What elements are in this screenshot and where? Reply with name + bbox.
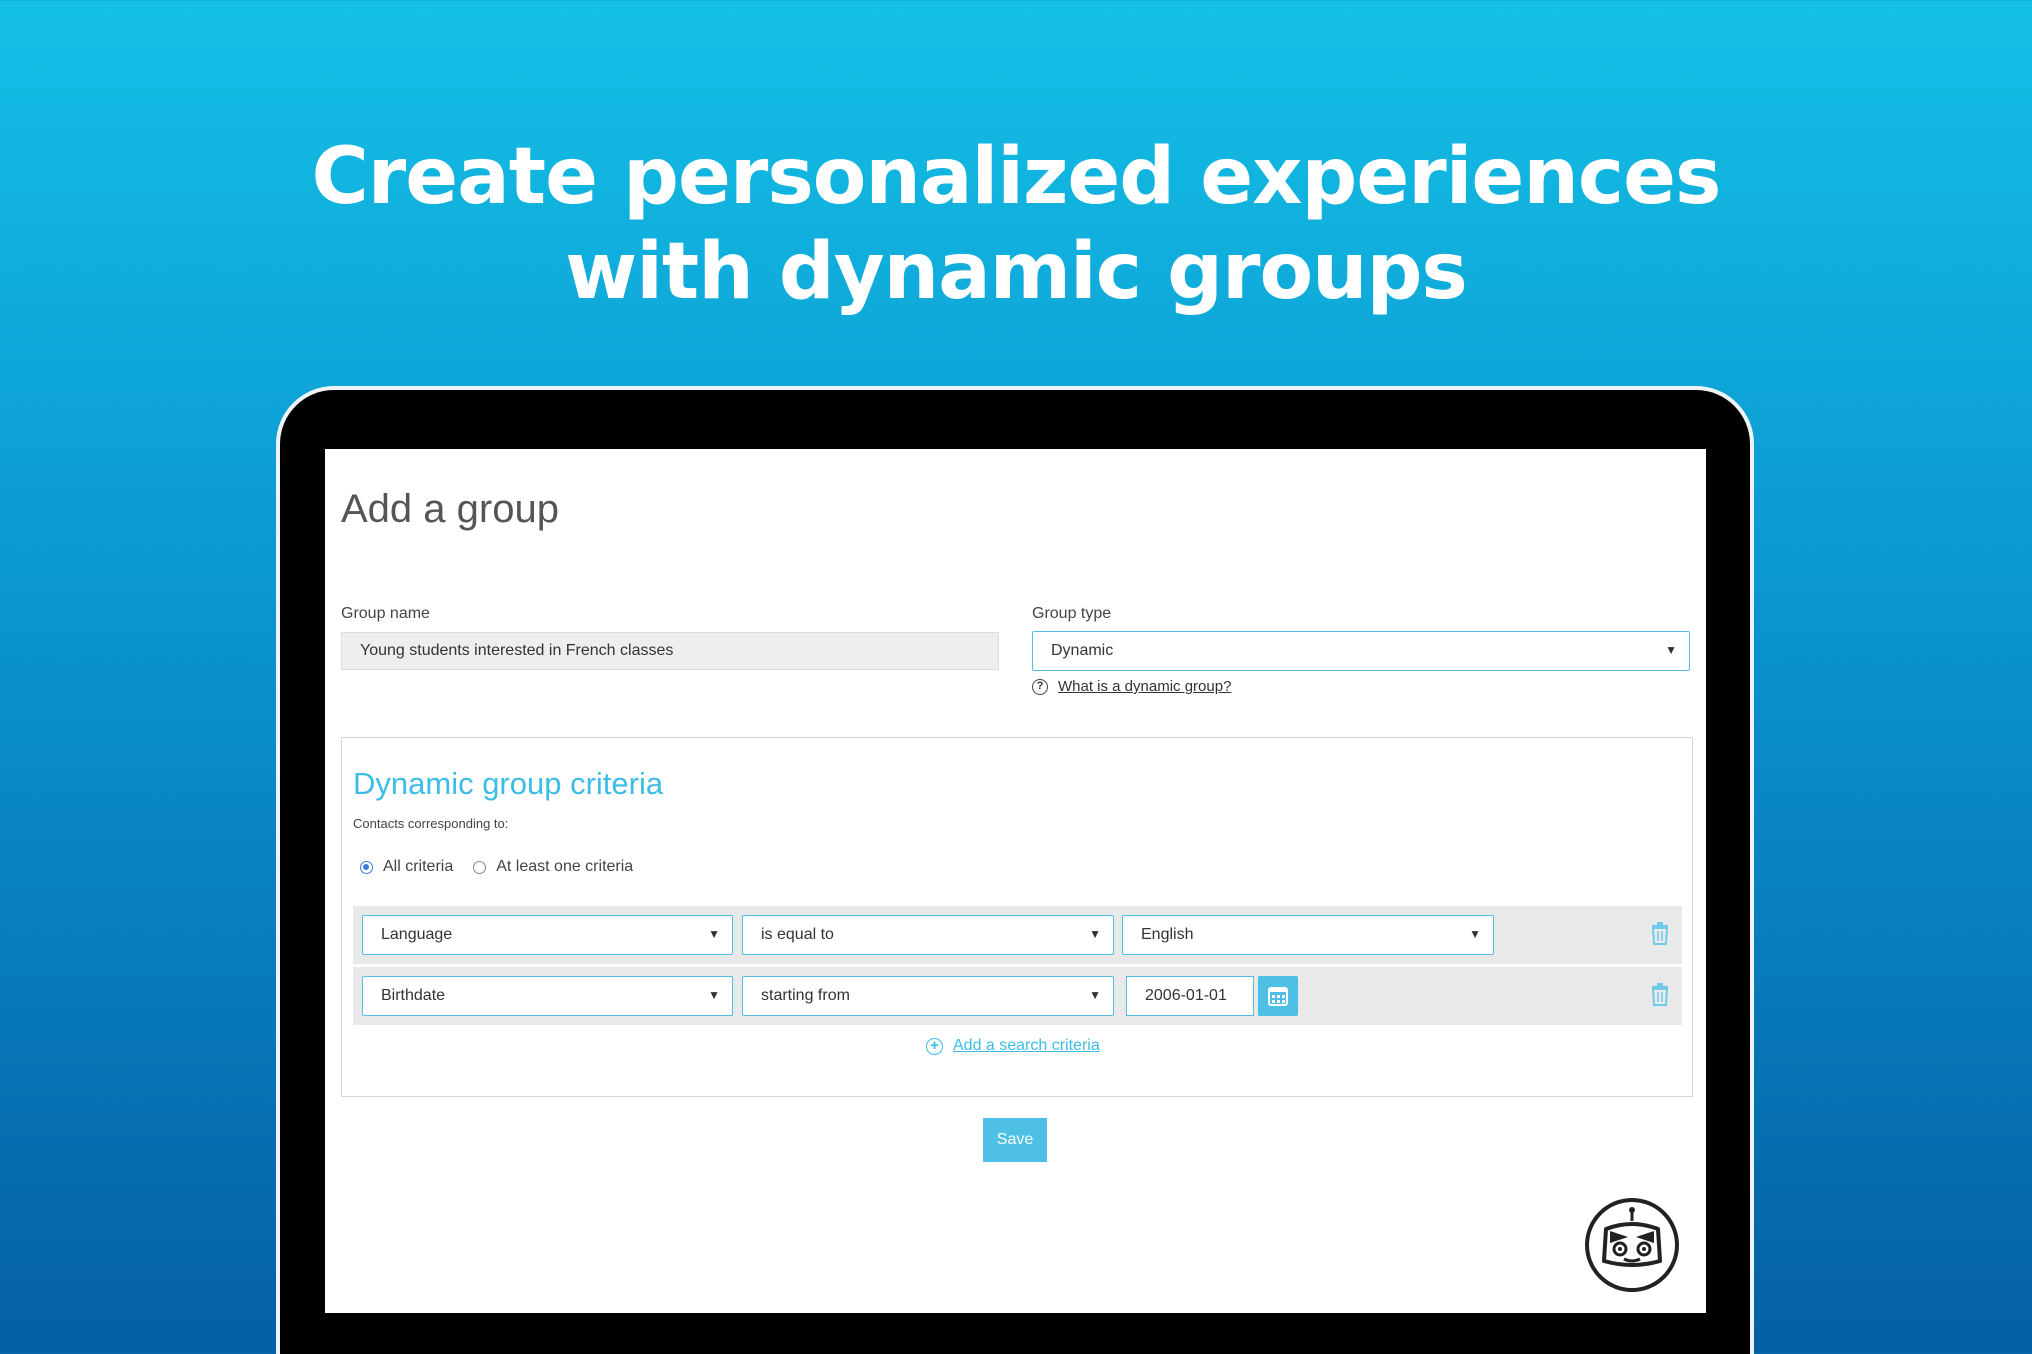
criteria-field-select[interactable]: Birthdate ▼ [362, 976, 733, 1016]
add-criteria-link[interactable]: + Add a search criteria [926, 1037, 1100, 1055]
criteria-title: Dynamic group criteria [353, 766, 664, 801]
trash-icon[interactable] [1650, 922, 1670, 946]
app-screen: Add a group Group name Young students in… [325, 449, 1706, 1313]
group-type-value: Dynamic [1051, 642, 1114, 659]
dynamic-group-help[interactable]: ? What is a dynamic group? [1032, 678, 1231, 695]
headline-line-2: with dynamic groups [565, 227, 1468, 317]
criteria-field-value: Language [381, 926, 453, 943]
plus-circle-icon: + [926, 1037, 943, 1055]
question-icon: ? [1032, 678, 1048, 695]
chevron-down-icon: ▼ [1665, 643, 1677, 657]
match-mode-radios: All criteria At least one criteria [360, 858, 653, 876]
robot-logo-icon [1585, 1198, 1679, 1292]
criteria-value-select[interactable]: English ▼ [1122, 915, 1494, 955]
chevron-down-icon: ▼ [708, 927, 720, 941]
group-name-label: Group name [341, 605, 430, 622]
criteria-field-select[interactable]: Language ▼ [362, 915, 733, 955]
chevron-down-icon: ▼ [1089, 927, 1101, 941]
chevron-down-icon: ▼ [708, 988, 720, 1002]
criteria-row: Language ▼ is equal to ▼ English ▼ [353, 906, 1682, 964]
headline: Create personalized experiences with dyn… [0, 130, 2032, 320]
radio-label: All criteria [383, 858, 454, 875]
criteria-operator-value: is equal to [761, 926, 834, 943]
criteria-panel: Dynamic group criteria Contacts correspo… [341, 737, 1693, 1097]
date-input[interactable]: 2006-01-01 [1126, 976, 1254, 1016]
trash-icon[interactable] [1650, 983, 1670, 1007]
radio-label: At least one criteria [496, 858, 634, 875]
radio-button[interactable] [473, 860, 487, 874]
radio-at-least-one[interactable]: At least one criteria [473, 858, 633, 876]
chevron-down-icon: ▼ [1089, 988, 1101, 1002]
page-title: Add a group [341, 487, 559, 531]
save-button[interactable]: Save [983, 1118, 1047, 1162]
contacts-label: Contacts corresponding to: [353, 816, 509, 831]
radio-button-checked[interactable] [360, 860, 373, 874]
add-criteria-label[interactable]: Add a search criteria [953, 1037, 1100, 1055]
criteria-field-value: Birthdate [381, 987, 446, 1004]
criteria-value: English [1141, 926, 1194, 943]
group-type-select[interactable]: Dynamic ▼ [1032, 631, 1690, 671]
calendar-button[interactable] [1258, 976, 1298, 1016]
criteria-operator-select[interactable]: starting from ▼ [742, 976, 1114, 1016]
criteria-operator-select[interactable]: is equal to ▼ [742, 915, 1114, 955]
group-name-input[interactable]: Young students interested in French clas… [341, 632, 999, 670]
criteria-row: Birthdate ▼ starting from ▼ 2006-01-01 [353, 967, 1682, 1025]
headline-line-1: Create personalized experiences [311, 132, 1722, 222]
radio-all-criteria[interactable]: All criteria [360, 858, 453, 876]
calendar-icon [1268, 987, 1288, 1006]
group-type-label: Group type [1032, 605, 1112, 622]
help-link[interactable]: What is a dynamic group? [1058, 678, 1231, 695]
criteria-operator-value: starting from [761, 987, 850, 1004]
chevron-down-icon: ▼ [1469, 927, 1481, 941]
